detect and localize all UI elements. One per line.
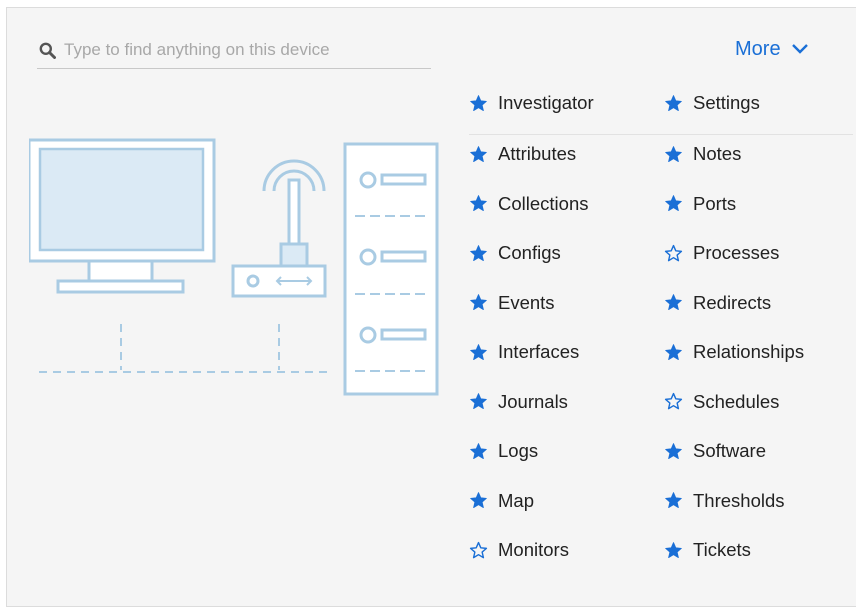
- tool-link-schedules[interactable]: Schedules: [664, 387, 779, 417]
- star-filled-icon[interactable]: [664, 491, 683, 510]
- tool-link-notes[interactable]: Notes: [664, 139, 741, 169]
- more-label: More: [735, 37, 781, 60]
- tool-link-label: Map: [498, 489, 534, 511]
- tool-row: Investigator Settings: [469, 88, 853, 135]
- star-filled-icon[interactable]: [664, 442, 683, 461]
- tool-link-label: Redirects: [693, 291, 772, 313]
- tool-link-attributes[interactable]: Attributes: [469, 139, 576, 169]
- tool-link-ports[interactable]: Ports: [664, 189, 736, 219]
- server-icon: [343, 142, 439, 396]
- monitor-icon: [29, 138, 216, 294]
- tool-link-configs[interactable]: Configs: [469, 238, 561, 268]
- tool-link-label: Thresholds: [693, 489, 785, 511]
- tool-link-thresholds[interactable]: Thresholds: [664, 486, 785, 516]
- star-outline-icon[interactable]: [664, 392, 683, 411]
- tools-list: Investigator Settings Attributes Notes Colle…: [469, 88, 853, 585]
- tool-link-label: Attributes: [498, 143, 577, 164]
- tool-link-redirects[interactable]: Redirects: [664, 288, 771, 318]
- search-bar: [37, 32, 431, 69]
- star-outline-icon[interactable]: [664, 244, 683, 263]
- tool-link-label: Processes: [693, 242, 780, 263]
- tool-row: Map Thresholds: [469, 486, 853, 536]
- tool-link-map[interactable]: Map: [469, 486, 534, 516]
- tool-link-label: Schedules: [693, 390, 780, 412]
- tool-link-settings[interactable]: Settings: [664, 88, 760, 118]
- star-filled-icon[interactable]: [664, 293, 683, 312]
- tool-link-events[interactable]: Events: [469, 288, 555, 318]
- tool-link-logs[interactable]: Logs: [469, 436, 538, 466]
- star-filled-icon[interactable]: [469, 343, 488, 362]
- router-icon: [231, 159, 327, 298]
- tool-link-label: Relationships: [693, 341, 805, 362]
- tool-link-monitors[interactable]: Monitors: [469, 535, 569, 565]
- tool-link-label: Collections: [498, 192, 589, 214]
- tool-link-label: Events: [498, 291, 555, 313]
- tool-link-label: Investigator: [498, 92, 594, 113]
- tool-row: Events Redirects: [469, 288, 853, 338]
- star-filled-icon[interactable]: [469, 145, 488, 164]
- tool-link-label: Notes: [693, 143, 742, 164]
- star-filled-icon[interactable]: [664, 94, 683, 113]
- tool-link-software[interactable]: Software: [664, 436, 766, 466]
- tool-link-label: Software: [693, 440, 767, 461]
- star-filled-icon[interactable]: [469, 442, 488, 461]
- tool-row: Logs Software: [469, 436, 853, 486]
- tool-row: Interfaces Relationships: [469, 337, 853, 387]
- tool-link-label: Tickets: [693, 539, 751, 560]
- star-filled-icon[interactable]: [469, 244, 488, 263]
- tool-link-label: Logs: [498, 440, 539, 461]
- star-outline-icon[interactable]: [469, 541, 488, 560]
- tool-link-label: Journals: [498, 390, 568, 412]
- star-filled-icon[interactable]: [469, 392, 488, 411]
- more-dropdown[interactable]: More: [735, 35, 809, 63]
- star-filled-icon[interactable]: [469, 491, 488, 510]
- network-line: [39, 324, 329, 373]
- tool-link-tickets[interactable]: Tickets: [664, 535, 751, 565]
- device-illustration: [29, 138, 439, 396]
- tool-link-investigator[interactable]: Investigator: [469, 88, 594, 118]
- chevron-down-icon: [791, 44, 808, 54]
- tool-link-journals[interactable]: Journals: [469, 387, 568, 417]
- star-filled-icon[interactable]: [469, 293, 488, 312]
- star-filled-icon[interactable]: [469, 194, 488, 213]
- star-filled-icon[interactable]: [664, 541, 683, 560]
- tool-link-label: Monitors: [498, 539, 569, 560]
- tool-link-collections[interactable]: Collections: [469, 189, 589, 219]
- search-input[interactable]: [64, 40, 424, 60]
- device-panel: More: [6, 7, 856, 607]
- tool-link-interfaces[interactable]: Interfaces: [469, 337, 579, 367]
- star-filled-icon[interactable]: [664, 145, 683, 164]
- tool-row: Attributes Notes: [469, 139, 853, 189]
- search-icon: [39, 42, 56, 59]
- tool-link-label: Ports: [693, 192, 737, 214]
- star-filled-icon[interactable]: [469, 94, 488, 113]
- tool-link-label: Configs: [498, 242, 561, 263]
- star-filled-icon[interactable]: [664, 343, 683, 362]
- tool-row: Monitors Tickets: [469, 535, 853, 585]
- tool-row: Configs Processes: [469, 238, 853, 288]
- tool-link-processes[interactable]: Processes: [664, 238, 779, 268]
- star-filled-icon[interactable]: [664, 194, 683, 213]
- tool-row: Collections Ports: [469, 189, 853, 239]
- tool-link-label: Settings: [693, 92, 760, 113]
- tool-row: Journals Schedules: [469, 387, 853, 437]
- tool-link-relationships[interactable]: Relationships: [664, 337, 804, 367]
- tool-link-label: Interfaces: [498, 341, 580, 362]
